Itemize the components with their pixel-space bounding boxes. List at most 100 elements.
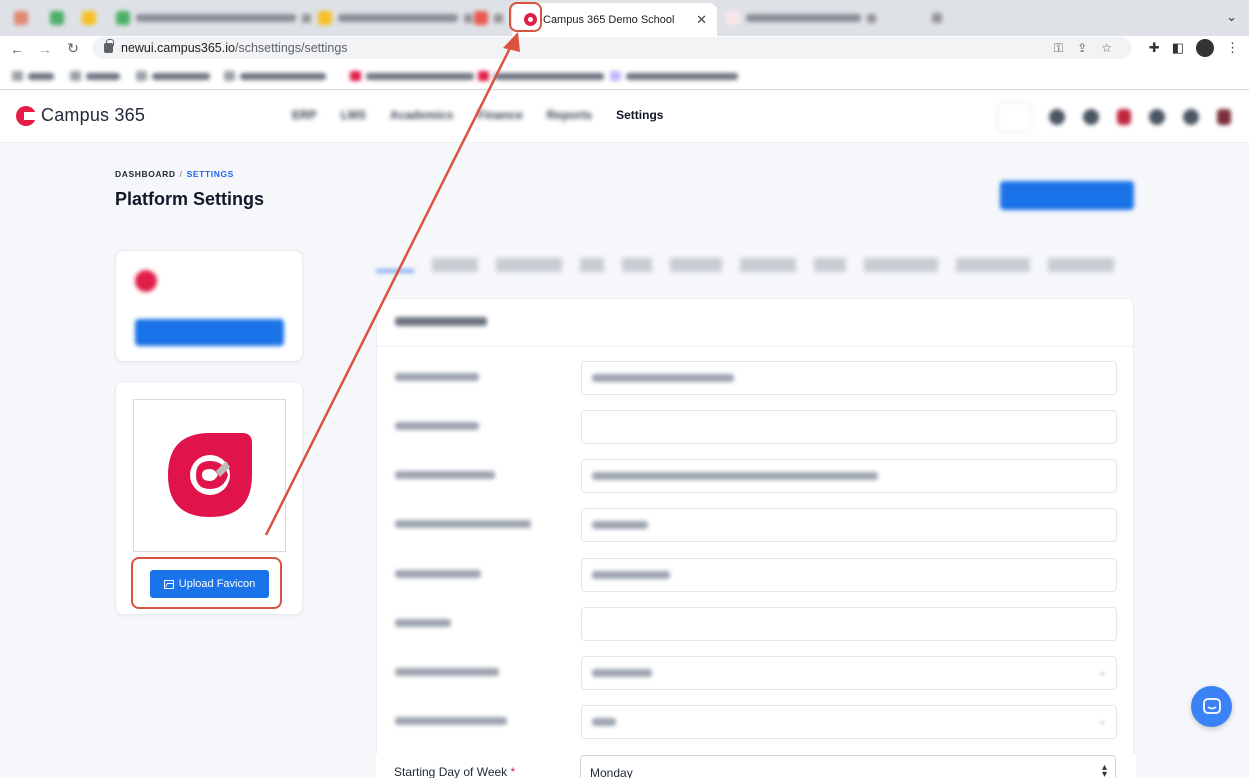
- nav-item[interactable]: Reports: [547, 108, 592, 122]
- form-row: [377, 361, 1133, 397]
- field-label: [395, 716, 507, 728]
- browser-toolbar: ← → ↻ newui.campus365.io/schsettings/set…: [0, 36, 1249, 61]
- chat-icon: [1202, 697, 1221, 714]
- campus365-logo-icon: [16, 105, 36, 126]
- institute-logo-card: [115, 250, 303, 362]
- blurred-tab[interactable]: [82, 9, 96, 27]
- forward-icon[interactable]: →: [34, 41, 56, 57]
- form-row: [377, 558, 1133, 594]
- upload-logo-button[interactable]: [135, 319, 284, 346]
- nav-item-settings[interactable]: Settings: [616, 108, 663, 122]
- nav-item[interactable]: Academics: [390, 108, 453, 122]
- tab[interactable]: [956, 258, 1030, 272]
- apps-grid-icon[interactable]: [1183, 109, 1199, 125]
- share-icon[interactable]: ⇪: [1077, 41, 1087, 56]
- field-label: [395, 519, 531, 531]
- bookmark-item[interactable]: [224, 71, 326, 81]
- search-icon[interactable]: [997, 101, 1031, 133]
- extension-icons: ✚ ◧ ⋮: [1149, 39, 1239, 57]
- field-label: [395, 667, 499, 679]
- header-actions: [997, 101, 1231, 133]
- blurred-tab[interactable]: [50, 9, 64, 27]
- breadcrumb-dashboard[interactable]: DASHBOARD: [115, 169, 176, 179]
- nav-item[interactable]: ERP: [292, 108, 317, 122]
- tab[interactable]: [1048, 258, 1114, 272]
- tab[interactable]: [622, 258, 652, 272]
- text-input[interactable]: [581, 410, 1117, 444]
- text-input[interactable]: [581, 361, 1117, 395]
- starting-day-label: Starting Day of Week *: [394, 765, 516, 778]
- starting-day-value: Monday: [590, 766, 633, 778]
- puzzle-icon[interactable]: ✚: [1149, 40, 1160, 56]
- tab[interactable]: [814, 258, 846, 272]
- blurred-tab[interactable]: [726, 9, 876, 27]
- bookmark-item[interactable]: [350, 71, 474, 81]
- profile-avatar[interactable]: [1196, 39, 1214, 57]
- breadcrumb-settings: SETTINGS: [186, 169, 234, 179]
- annotation-box-upload-favicon: [131, 557, 282, 609]
- institute-logo-preview: [135, 269, 167, 292]
- url-text: newui.campus365.io/schsettings/settings: [121, 41, 348, 55]
- field-label: [395, 618, 451, 630]
- blurred-tab[interactable]: [318, 9, 473, 27]
- primary-action-button[interactable]: [1000, 181, 1134, 210]
- tab[interactable]: [432, 258, 478, 272]
- sidebar-icon[interactable]: ◧: [1172, 40, 1184, 56]
- bookmark-item[interactable]: [70, 71, 120, 81]
- tab[interactable]: [740, 258, 796, 272]
- user-status-icon[interactable]: [1083, 109, 1099, 125]
- address-bar[interactable]: newui.campus365.io/schsettings/settings …: [92, 37, 1132, 59]
- app-header: Campus 365 ERP LMS Academics Finance Rep…: [0, 91, 1249, 143]
- chat-support-button[interactable]: [1191, 686, 1232, 727]
- close-tab-icon[interactable]: ✕: [696, 12, 707, 28]
- brand-name: Campus 365: [41, 105, 146, 125]
- form-row: [377, 508, 1133, 544]
- reload-icon[interactable]: ↻: [62, 40, 84, 57]
- key-icon[interactable]: ⚿: [1054, 41, 1063, 56]
- active-tab-title: Campus 365 Demo School: [543, 13, 675, 26]
- user-avatar[interactable]: [1217, 109, 1231, 125]
- nav-item[interactable]: Finance: [477, 108, 522, 122]
- star-icon[interactable]: ☆: [1101, 41, 1112, 56]
- new-tab-button[interactable]: [932, 9, 942, 27]
- text-input[interactable]: [581, 607, 1117, 641]
- active-browser-tab[interactable]: Campus 365 Demo School ✕: [512, 3, 717, 36]
- tab[interactable]: [580, 258, 604, 272]
- tab[interactable]: [670, 258, 722, 272]
- general-settings-card: ⌄ ⌄: [376, 298, 1134, 778]
- menu-kebab-icon[interactable]: ⋮: [1226, 40, 1239, 56]
- tab-general[interactable]: [376, 258, 414, 272]
- starting-day-select[interactable]: Monday ▴ ▾: [580, 755, 1116, 778]
- tab-search-chevron-icon[interactable]: ⌄: [1226, 9, 1237, 25]
- starting-day-row: Starting Day of Week * Monday ▴ ▾: [376, 754, 1136, 778]
- select-input[interactable]: ⌄: [581, 705, 1117, 739]
- blurred-tab[interactable]: [14, 9, 28, 27]
- browser-tab-strip: Campus 365 Demo School ✕ ⌄: [0, 0, 1249, 36]
- select-input[interactable]: ⌄: [581, 656, 1117, 690]
- text-input[interactable]: [581, 558, 1117, 592]
- bookmark-item[interactable]: [610, 71, 738, 81]
- bookmark-item[interactable]: [12, 71, 54, 81]
- form-row: [377, 607, 1133, 643]
- tab[interactable]: [496, 258, 562, 272]
- text-input[interactable]: [581, 508, 1117, 542]
- settings-icon[interactable]: [1049, 109, 1065, 125]
- tab[interactable]: [864, 258, 938, 272]
- notification-bell-icon[interactable]: [1117, 109, 1131, 125]
- settings-tabs: [376, 258, 1136, 284]
- blurred-tab[interactable]: [116, 9, 311, 27]
- form-row: ⌄: [377, 705, 1133, 741]
- annotation-box-tab-favicon: [509, 2, 542, 32]
- breadcrumb: DASHBOARD / SETTINGS: [115, 169, 234, 179]
- globe-icon[interactable]: [1149, 109, 1165, 125]
- favicon-preview: [133, 399, 286, 552]
- nav-item[interactable]: LMS: [341, 108, 366, 122]
- blurred-tab[interactable]: [474, 9, 503, 27]
- bookmark-item[interactable]: [478, 71, 604, 81]
- brand-logo[interactable]: Campus 365: [16, 105, 145, 126]
- bookmarks-bar: [0, 61, 1249, 90]
- text-input[interactable]: [581, 459, 1117, 493]
- lock-icon: [104, 39, 114, 53]
- bookmark-item[interactable]: [136, 71, 210, 81]
- back-icon[interactable]: ←: [6, 41, 28, 57]
